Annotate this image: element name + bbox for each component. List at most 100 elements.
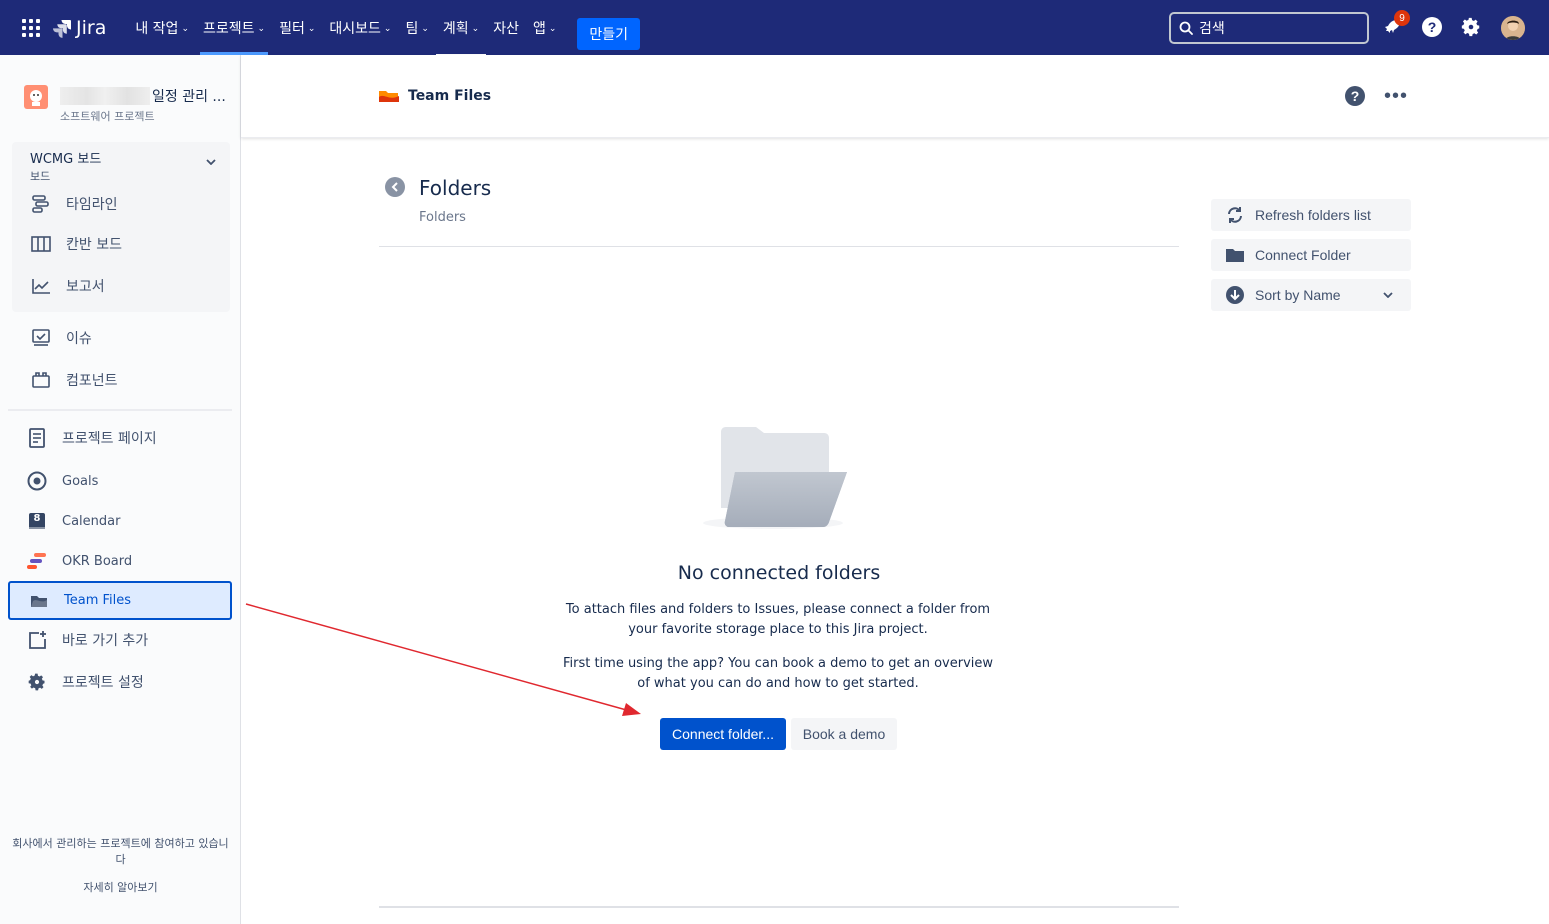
sort-by-name-dropdown[interactable]: Sort by Name	[1211, 279, 1411, 311]
chevron-down-icon[interactable]	[206, 156, 216, 168]
create-button[interactable]: 만들기	[577, 17, 641, 50]
jira-logo[interactable]: Jira	[52, 17, 106, 39]
help-icon[interactable]: ?	[1345, 86, 1365, 106]
sidebar-item-label: OKR Board	[62, 553, 133, 569]
sidebar-item-goals[interactable]: Goals	[26, 470, 98, 492]
sidebar-item-calendar[interactable]: 8 Calendar	[26, 510, 120, 532]
sidebar-item-team-files[interactable]: Team Files	[8, 581, 232, 620]
reports-icon	[30, 275, 52, 297]
refresh-icon	[1225, 205, 1245, 225]
project-avatar-icon	[30, 90, 42, 106]
nav-label: 프로젝트	[202, 20, 255, 37]
book-demo-button[interactable]: Book a demo	[791, 718, 897, 750]
search-input[interactable]: 검색	[1169, 12, 1369, 44]
goals-icon	[26, 470, 48, 492]
okr-icon	[26, 550, 48, 572]
button-label: Refresh folders list	[1255, 207, 1371, 223]
empty-state-text-4: of what you can do and how to get starte…	[637, 676, 919, 691]
settings-button[interactable]	[1458, 14, 1484, 40]
team-files-icon	[28, 590, 50, 612]
board-name[interactable]: WCMG 보드	[30, 148, 101, 167]
board-subtitle: 보드	[30, 170, 51, 183]
sidebar-item-timeline[interactable]: 타임라인	[30, 193, 118, 215]
user-avatar-image	[1501, 16, 1525, 40]
sidebar-item-kanban[interactable]: 칸반 보드	[30, 233, 122, 255]
nav-label: 내 작업	[135, 20, 179, 37]
calendar-day-label: 8	[33, 513, 41, 524]
sidebar-item-reports[interactable]: 보고서	[30, 275, 105, 297]
chevron-down-icon: ⌄	[548, 23, 557, 34]
connect-folder-button[interactable]: Connect folder...	[660, 718, 786, 750]
empty-state-text-2: your favorite storage place to this Jira…	[628, 622, 928, 637]
sidebar-item-label: Goals	[62, 473, 99, 489]
content-divider	[379, 246, 1179, 247]
project-sidebar: 일정 관리 ... 소프트웨어 프로젝트 WCMG 보드 보드 타임라인 칸반 …	[0, 55, 241, 924]
content-divider-bottom	[379, 906, 1179, 908]
search-placeholder: 검색	[1199, 21, 1225, 37]
chevron-down-icon: ⌄	[421, 23, 429, 34]
project-avatar-wrap	[24, 85, 48, 109]
managed-project-notice: 회사에서 관리하는 프로젝트에 참여하고 있습니다	[12, 837, 229, 866]
folders-heading: Folders	[419, 176, 492, 200]
nav-assets[interactable]: 자산	[486, 0, 526, 55]
nav-dashboards[interactable]: 대시보드 ⌄	[322, 0, 398, 55]
app-switcher-icon[interactable]	[20, 17, 42, 39]
nav-my-work[interactable]: 내 작업 ⌄	[128, 0, 196, 55]
sidebar-item-project-pages[interactable]: 프로젝트 페이지	[26, 427, 157, 449]
svg-text:?: ?	[1428, 19, 1437, 35]
page-title-text: Team Files	[408, 88, 492, 104]
calendar-icon: 8	[26, 510, 48, 532]
more-options-icon[interactable]: •••	[1384, 85, 1408, 108]
team-files-logo-icon	[379, 91, 399, 102]
timeline-icon	[30, 193, 52, 215]
nav-label: 계획	[442, 20, 469, 37]
sidebar-item-label: 바로 가기 추가	[62, 633, 149, 649]
sidebar-item-components[interactable]: 컴포넌트	[30, 369, 118, 391]
button-label: Sort by Name	[1255, 287, 1341, 303]
settings-icon	[26, 671, 48, 693]
nav-label: 앱	[532, 20, 546, 37]
sidebar-item-okr-board[interactable]: OKR Board	[26, 550, 132, 572]
sidebar-item-project-settings[interactable]: 프로젝트 설정	[26, 671, 144, 693]
learn-more-link[interactable]: 자세히 알아보기	[0, 880, 241, 896]
empty-state-title: No connected folders	[677, 562, 881, 584]
components-icon	[30, 369, 52, 391]
help-button[interactable]: ?	[1419, 14, 1445, 40]
chevron-down-icon	[1383, 290, 1393, 301]
sidebar-item-label: 이슈	[66, 331, 92, 347]
refresh-folders-button[interactable]: Refresh folders list	[1211, 199, 1411, 231]
issues-icon	[30, 327, 52, 349]
project-title[interactable]: 일정 관리 ...	[60, 86, 226, 106]
search-icon	[1179, 21, 1193, 35]
breadcrumb[interactable]: Folders	[419, 210, 466, 225]
empty-folder-illustration	[703, 427, 847, 529]
back-button[interactable]	[385, 177, 405, 197]
project-avatar[interactable]	[24, 85, 48, 109]
jira-logo-icon	[53, 19, 71, 38]
sidebar-item-label: Team Files	[64, 593, 132, 608]
chevron-left-icon	[391, 182, 398, 192]
nav-projects[interactable]: 프로젝트 ⌄	[196, 0, 272, 55]
top-navigation-bar: Jira 내 작업 ⌄ 프로젝트 ⌄ 필터 ⌄ 대시보드 ⌄ 팀 ⌄ 계획 ⌄ 자산 앱 ⌄ …	[0, 0, 1549, 55]
nav-label: 팀	[405, 20, 419, 37]
main-menu: 내 작업 ⌄ 프로젝트 ⌄ 필터 ⌄ 대시보드 ⌄ 팀 ⌄ 계획 ⌄ 자산 앱 ⌄	[128, 0, 563, 55]
nav-teams[interactable]: 팀 ⌄	[398, 0, 435, 55]
sidebar-item-issues[interactable]: 이슈	[30, 327, 92, 349]
notifications-button[interactable]: 9	[1378, 10, 1410, 40]
sidebar-item-label: 타임라인	[66, 197, 118, 213]
chevron-down-icon: ⌄	[307, 23, 316, 34]
sidebar-item-label: 보고서	[66, 279, 105, 295]
nav-plans[interactable]: 계획 ⌄	[435, 0, 487, 55]
app-name: Jira	[76, 16, 107, 39]
nav-filters[interactable]: 필터 ⌄	[272, 0, 322, 55]
user-avatar[interactable]	[1501, 16, 1525, 40]
page-icon	[26, 427, 48, 449]
nav-label: 대시보드	[329, 20, 381, 37]
redacted-project-name	[60, 87, 150, 105]
sidebar-item-label: 프로젝트 페이지	[62, 431, 157, 447]
connect-folder-side-button[interactable]: Connect Folder	[1211, 239, 1411, 271]
sidebar-item-add-shortcut[interactable]: 바로 가기 추가	[26, 629, 148, 651]
empty-state-text-3: First time using the app? You can book a…	[562, 656, 994, 671]
nav-apps[interactable]: 앱 ⌄	[526, 0, 563, 55]
sidebar-item-label: Calendar	[62, 513, 121, 529]
